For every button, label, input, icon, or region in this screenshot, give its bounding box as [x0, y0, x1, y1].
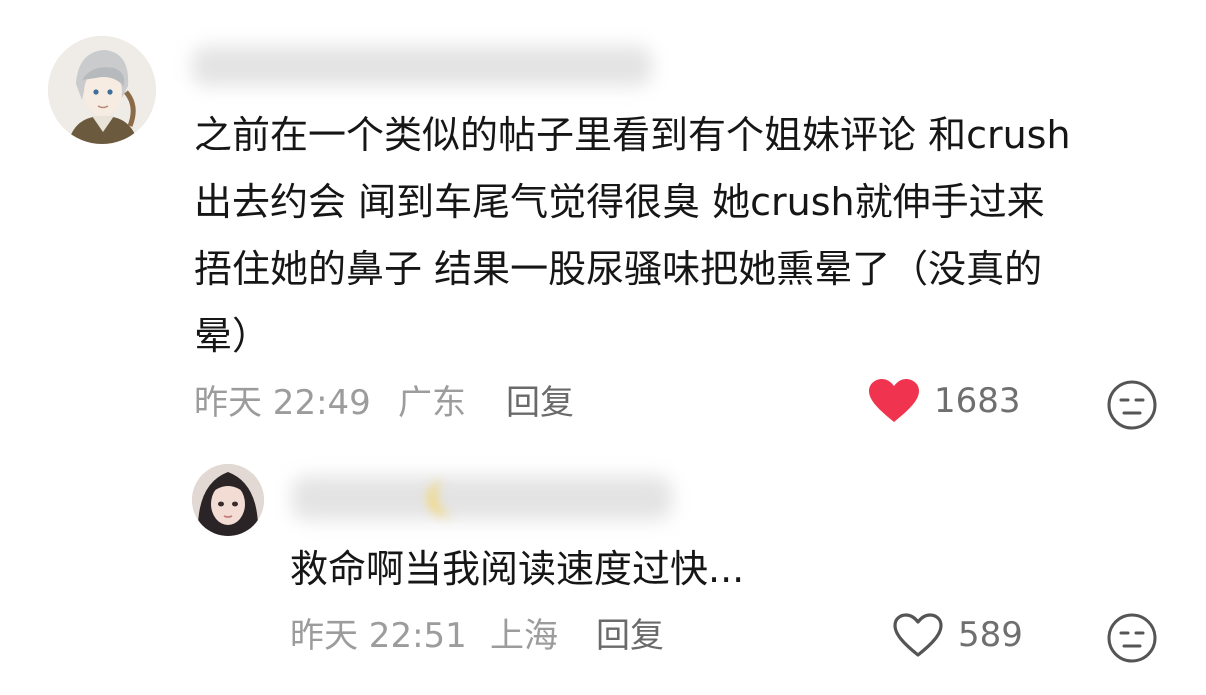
meh-emoji-icon[interactable]	[1106, 612, 1158, 668]
comment-text-line: 出去约会 闻到车尾气觉得很臭 她crush就伸手过来	[194, 180, 1045, 224]
avatar[interactable]	[48, 36, 156, 144]
comment-text-line: 之前在一个类似的帖子里看到有个姐妹评论 和crush	[194, 113, 1071, 157]
avatar-photo	[192, 464, 264, 536]
comment-text-line: 捂住她的鼻子 结果一股尿骚味把她熏晕了（没真的	[194, 247, 1043, 291]
avatar-illustration	[48, 36, 156, 144]
moon-emoji-icon	[418, 474, 458, 522]
avatar[interactable]	[192, 464, 264, 536]
like-button[interactable]: 1683	[868, 378, 1021, 424]
username-blurred[interactable]	[192, 46, 652, 86]
like-count: 589	[958, 615, 1023, 655]
comment-location: 广东	[398, 383, 466, 423]
comment-text-line: 救命啊当我阅读速度过快...	[290, 547, 745, 591]
heart-outline-icon	[893, 613, 943, 657]
reply-button[interactable]: 回复	[506, 383, 574, 423]
meh-emoji-icon[interactable]	[1106, 379, 1158, 435]
heart-filled-icon	[869, 379, 919, 422]
comment-location: 上海	[490, 616, 558, 656]
like-button[interactable]: 589	[892, 612, 1023, 658]
reply-comment-item: 救命啊当我阅读速度过快... 昨天 22:51 上海 回复 589	[0, 440, 1206, 695]
comment-text-line: 晕）	[194, 314, 271, 358]
reply-button[interactable]: 回复	[596, 616, 664, 656]
comment-item: 之前在一个类似的帖子里看到有个姐妹评论 和crush 出去约会 闻到车尾气觉得很…	[0, 0, 1206, 440]
like-count: 1683	[934, 381, 1021, 421]
username-blurred[interactable]	[292, 476, 672, 520]
comment-time: 昨天 22:49	[194, 383, 371, 423]
comment-time: 昨天 22:51	[290, 616, 467, 656]
